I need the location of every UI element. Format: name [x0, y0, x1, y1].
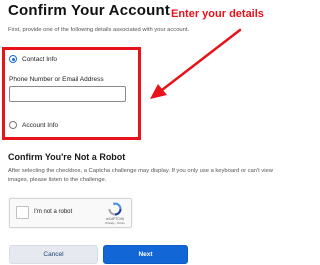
phone-email-input[interactable] — [9, 86, 126, 102]
page-title: Confirm Your Account — [8, 2, 171, 19]
contact-info-label[interactable]: Contact Info — [22, 56, 57, 63]
recaptcha-widget: I'm not a robot reCAPTCHA Privacy - Term… — [9, 198, 132, 228]
phone-email-label: Phone Number or Email Address — [9, 76, 104, 83]
page-subtitle: First, provide one of the following deta… — [8, 27, 190, 33]
robot-section-description: After selecting the checkbox, a Captcha … — [8, 168, 273, 183]
account-info-label[interactable]: Account Info — [22, 122, 58, 129]
recaptcha-links[interactable]: Privacy - Terms — [99, 221, 131, 225]
not-robot-checkbox[interactable] — [16, 206, 29, 219]
contact-info-radio[interactable] — [9, 55, 17, 63]
account-info-radio[interactable] — [9, 121, 17, 129]
cancel-button[interactable]: Cancel — [9, 245, 98, 264]
annotation-label: Enter your details — [171, 8, 264, 20]
not-robot-label[interactable]: I'm not a robot — [34, 209, 72, 215]
next-button[interactable]: Next — [103, 245, 188, 264]
recaptcha-logo-icon — [108, 202, 122, 216]
robot-section-title: Confirm You're Not a Robot — [8, 152, 126, 162]
